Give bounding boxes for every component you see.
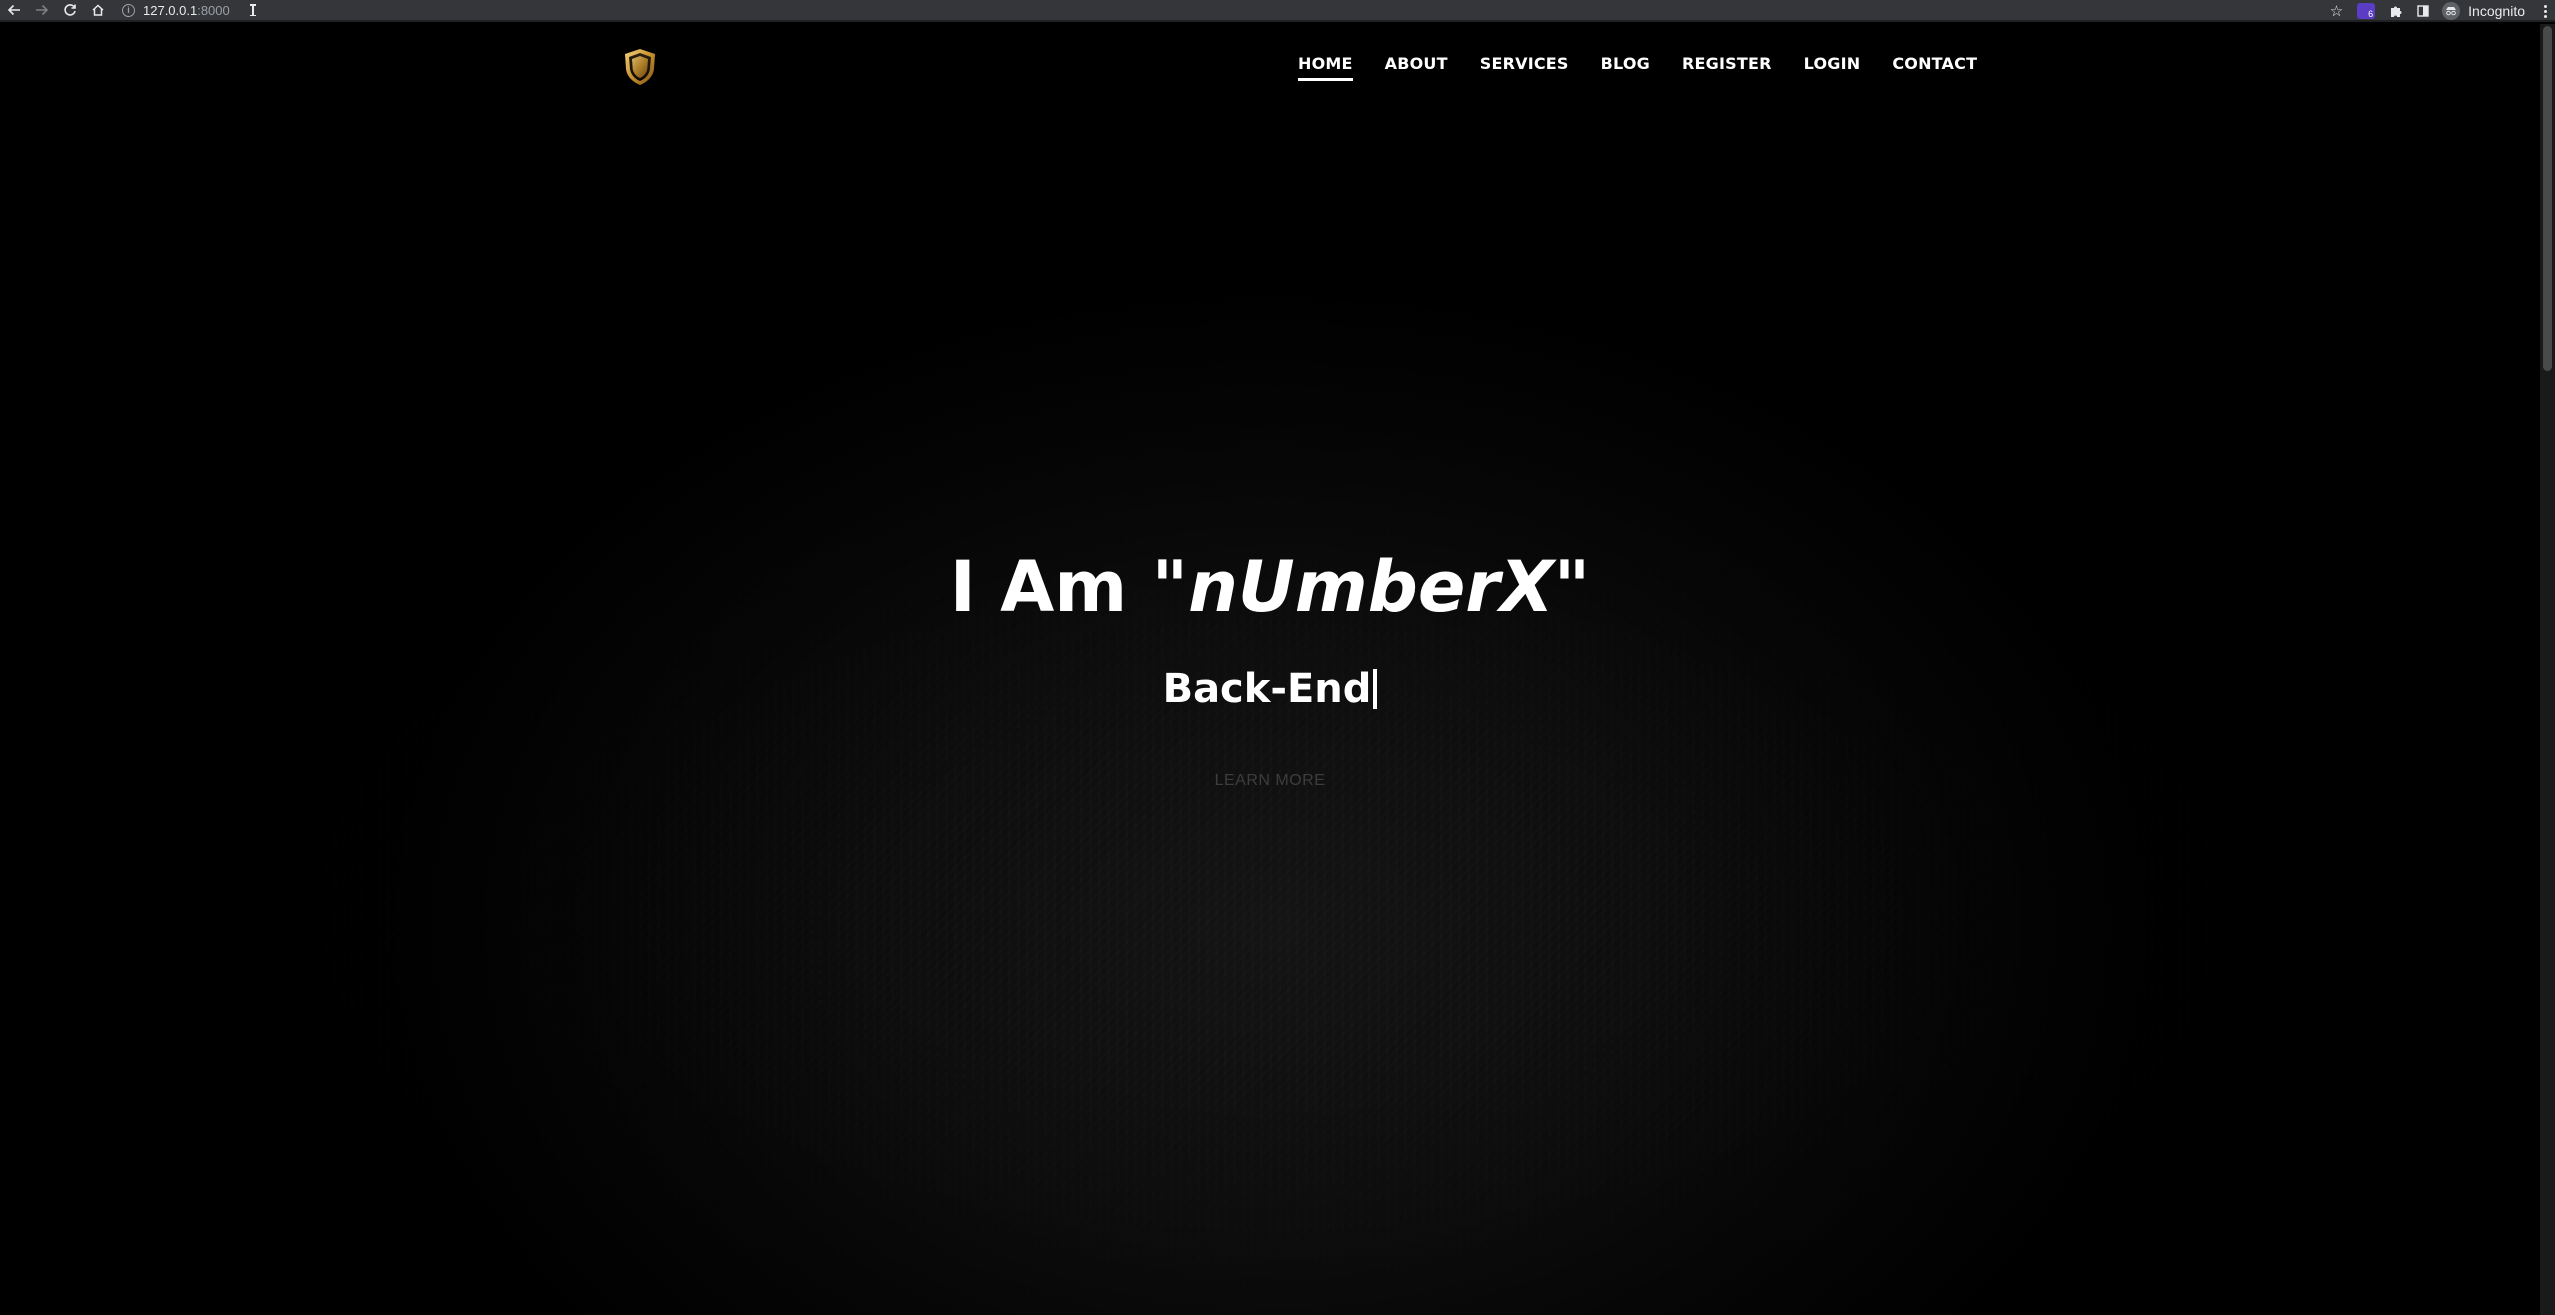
page-scrollbar[interactable] [2540,24,2555,1315]
site-info-icon[interactable]: i [122,3,135,17]
home-icon[interactable] [84,0,112,21]
browser-menu-icon[interactable] [2535,0,2555,22]
nav-register[interactable]: REGISTER [1682,54,1772,79]
hero-title: I Am "nUmberX" [0,552,2540,622]
page-viewport: HOME ABOUT SERVICES BLOG REGISTER LOGIN … [0,24,2540,1315]
hero-title-name: "nUmberX" [1151,546,1591,628]
incognito-icon [2442,2,2461,20]
url-host: 127.0.0.1 [143,2,198,18]
main-navigation: HOME ABOUT SERVICES BLOG REGISTER LOGIN … [1298,54,1977,81]
nav-home[interactable]: HOME [1298,54,1353,81]
forward-icon[interactable] [28,0,56,21]
learn-more-container: LEARN MORE [0,772,2540,790]
incognito-label: Incognito [2468,3,2525,19]
nav-blog[interactable]: BLOG [1601,54,1650,79]
nav-about[interactable]: ABOUT [1385,54,1448,79]
side-panel-icon[interactable] [2410,0,2436,22]
extension-badge: 6 [2357,3,2376,19]
background-texture [180,404,2360,1315]
scrollbar-thumb[interactable] [2543,26,2552,371]
extensions-puzzle-icon[interactable] [2382,0,2410,22]
typing-cursor [1373,669,1378,709]
shield-logo-icon[interactable] [621,47,659,87]
bookmark-star-icon[interactable]: ☆ [2323,0,2350,22]
address-bar[interactable]: i 127.0.0.1:8000 [122,0,256,21]
browser-actions: ☆ 6 Incognito [2323,0,2555,22]
back-icon[interactable] [0,0,28,21]
incognito-profile[interactable]: Incognito [2436,2,2535,20]
url-port: :8000 [197,2,230,18]
nav-login[interactable]: LOGIN [1804,54,1861,79]
nav-contact[interactable]: CONTACT [1892,54,1977,79]
nav-services[interactable]: SERVICES [1480,54,1569,79]
text-cursor-icon [249,4,256,16]
learn-more-button[interactable]: LEARN MORE [1215,772,1326,789]
extension-icon[interactable]: 6 [2350,0,2382,22]
reload-icon[interactable] [56,0,84,21]
hero-subtitle: Back-End [0,669,2540,709]
hero-title-prefix: I Am [949,546,1152,628]
browser-toolbar: i 127.0.0.1:8000 ☆ 6 Incognito [0,0,2555,22]
hero-typed-text: Back-End [1162,666,1372,712]
